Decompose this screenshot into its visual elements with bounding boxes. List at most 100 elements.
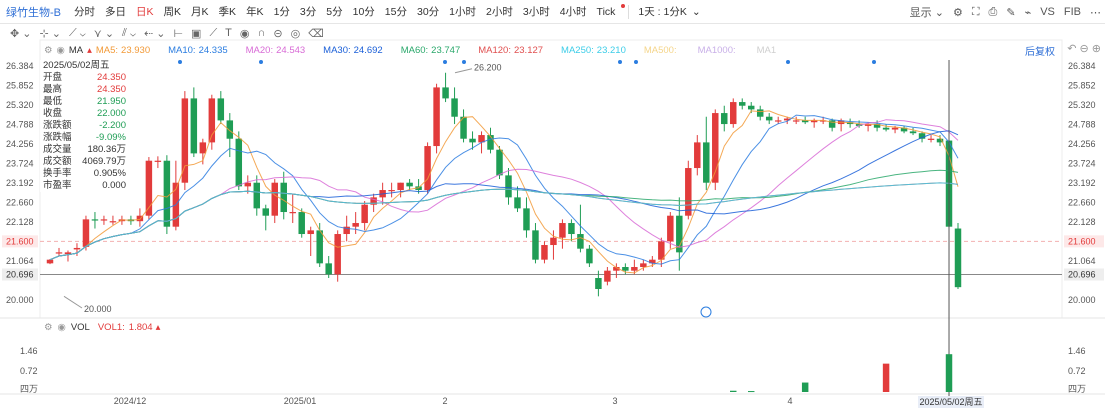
event-marker-dot [634,60,638,64]
event-marker-dot [786,60,790,64]
candle-body [891,127,899,130]
price-tick-label-right: 24.788 [1068,120,1096,130]
candle-body [667,215,674,242]
low-annotation-pointer [63,295,83,309]
candle-body [640,263,647,268]
candle-body [109,221,117,223]
vol-name: VOL [70,322,90,333]
eye-small-icon[interactable]: ◉ [58,322,66,333]
candle-body [747,105,755,110]
info-date: 2025/05/02周五 [43,60,110,71]
candle-body [262,208,269,216]
price-tick-label-right: 22.128 [1068,217,1096,227]
candle-body [91,219,99,221]
volume-tick-label-right: 四万 [1068,384,1086,394]
event-marker-dot [462,60,466,64]
vol-triangle-icon[interactable]: ▴ [156,322,161,333]
price-tick-label-right: 24.256 [1068,139,1096,149]
price-tick-label-right: 21.064 [1068,256,1096,266]
price-tick-label-right: 26.384 [1068,61,1096,71]
price-tick-label-left: 25.320 [6,100,34,110]
event-marker-dot [443,60,447,64]
candle-body [199,142,207,154]
price-tick-label-right: 23.724 [1068,159,1096,169]
price-tick-label-right: 22.660 [1068,198,1096,208]
event-marker-dot [178,60,182,64]
info-value: 22.000 [96,108,126,119]
event-marker-dot [259,60,263,64]
volume-bar [945,354,953,392]
ma-line-250 [49,182,959,261]
candle-body [909,131,917,134]
info-label: 成交额 [43,156,72,167]
info-row: 最低 21.950 [40,96,128,108]
candle-body [882,127,890,130]
candle-body [568,223,575,235]
price-tick-label-left: 23.192 [6,178,34,188]
info-row: 换手率 0.905% [40,168,128,180]
candle-body [550,237,557,246]
crosshair-date-label: 2025/05/02周五 [919,397,982,407]
candle-body [334,234,341,275]
volume-tick-label-left: 0.72 [20,366,38,376]
info-label: 涨跌幅 [43,132,72,143]
volume-tick-label-left: 1.46 [20,346,38,356]
candle-body [451,98,458,117]
ohlc-info-panel: 2025/05/02周五 开盘 24.350 最高 24.350 最低 21.950 收盘 2… [40,60,128,192]
event-marker-dot [872,60,876,64]
price-tick-label-left: 26.384 [6,61,34,71]
info-label: 最低 [43,96,63,107]
time-axis-label: 2025/01 [284,396,317,406]
candle-body [100,219,108,221]
candle-body [433,87,440,147]
candle-body [298,212,305,235]
time-axis-label: 3 [612,396,617,406]
volume-tick-label-right: 1.46 [1068,346,1086,356]
candle-body [954,228,962,288]
candle-body [685,168,692,216]
info-value: -9.09% [95,132,126,143]
reference-label-left: 21.600 [6,236,34,246]
candle-body [774,120,782,122]
price-tick-label-left: 24.788 [6,120,34,130]
info-value: 0.905% [93,168,126,179]
price-tick-label-left: 22.660 [6,198,34,208]
candle-body [406,182,413,187]
candle-body [442,87,449,99]
candle-body [622,267,629,271]
candle-body [280,182,287,213]
price-tick-label-right: 25.320 [1068,100,1096,110]
price-tick-label-left: 24.256 [6,139,34,149]
info-label: 收盘 [43,108,63,119]
volume-bar [801,382,809,392]
price-pane-frame [39,39,1063,319]
candle-body [604,270,611,282]
info-row: 开盘 24.350 [40,72,128,84]
event-marker-dot [618,60,622,64]
info-value: 21.950 [96,96,126,107]
settings-small-icon[interactable]: ⚙ [44,322,53,333]
info-label: 成交量 [43,144,72,155]
time-axis-label: 2 [442,396,447,406]
info-row: 成交量 180.36万 [40,144,128,156]
candle-body [586,248,593,264]
candle-body [577,234,584,249]
volume-bar [882,363,890,392]
candle-body [505,175,512,198]
volume-tick-label-left: 四万 [20,384,38,394]
candle-body [73,247,81,250]
candle-body [792,120,800,122]
candlestick-chart[interactable]: 26.384 26.384 25.852 25.852 25.320 25.320 24.7… [0,0,1105,411]
info-value: -2.200 [99,120,126,131]
vol-value: 1.804 [128,322,153,333]
volume-legend: ⚙ ◉ VOL VOL1: 1.804 ▴ [44,322,160,333]
info-value: 0.000 [102,180,126,191]
event-marker-circle [700,306,712,318]
time-axis-label: 2024/12 [114,396,147,406]
candle-body [163,160,171,227]
candle-body [595,278,602,290]
candle-body [226,120,234,139]
info-row: 最高 24.350 [40,84,128,96]
candle-body [514,197,521,209]
reference-label-right: 21.600 [1068,236,1096,246]
